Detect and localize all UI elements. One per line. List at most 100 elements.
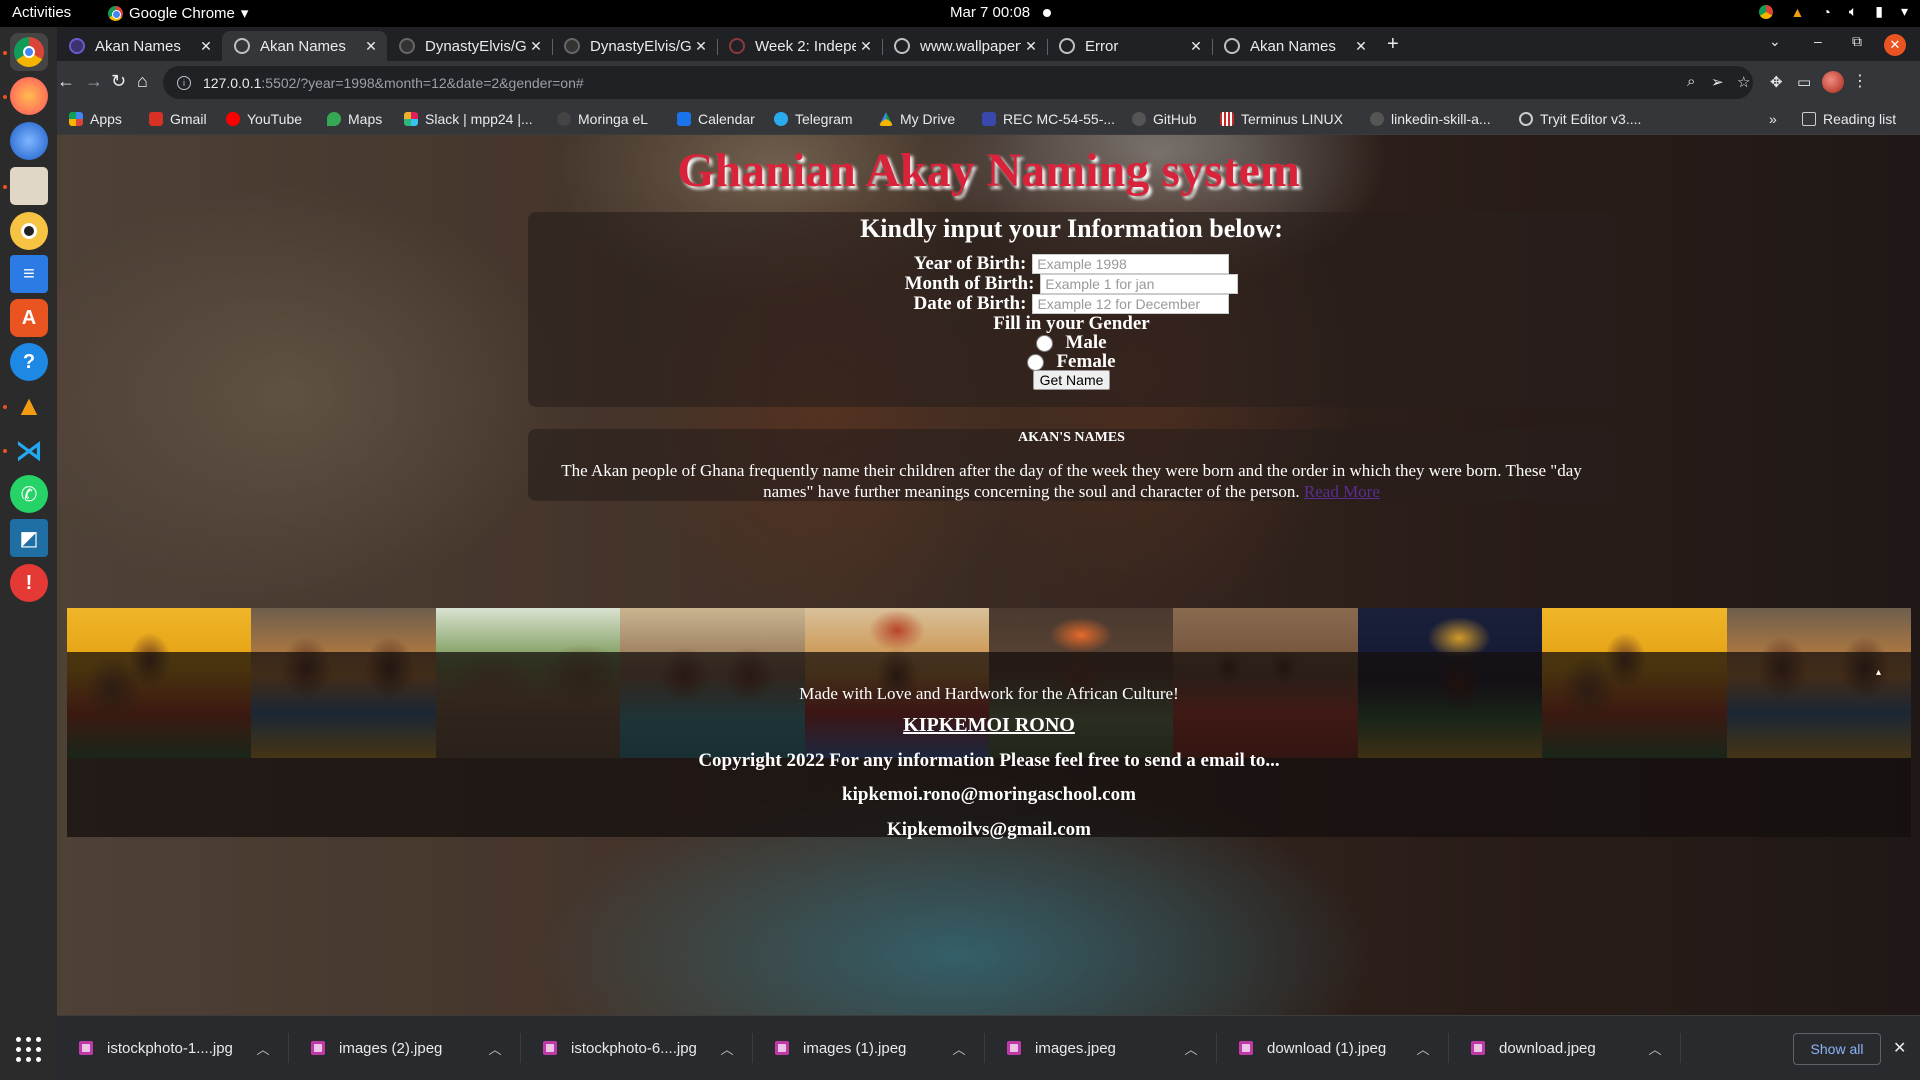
clock[interactable]: Mar 7 00:08 [950, 4, 1030, 21]
tab-close-icon[interactable]: ✕ [691, 38, 711, 55]
battery-icon[interactable]: ▮ [1875, 3, 1883, 20]
read-more-link[interactable]: Read More [1304, 482, 1380, 501]
vlc-icon[interactable]: ▲ [10, 387, 48, 425]
tab-close-icon[interactable]: ✕ [361, 38, 381, 55]
show-applications-icon[interactable] [16, 1037, 42, 1063]
volume-icon[interactable]: 🔈︎ [1849, 3, 1857, 20]
help-icon[interactable]: ? [10, 343, 48, 381]
writer-icon[interactable]: ≡ [10, 255, 48, 293]
reload-icon[interactable]: ↻ [111, 71, 126, 92]
male-radio[interactable] [1036, 334, 1054, 352]
extensions-icon[interactable]: ✥ [1770, 73, 1783, 91]
chrome-dock-icon[interactable] [10, 33, 48, 71]
more-menu-icon[interactable]: ⋮ [1852, 71, 1868, 91]
app-menu[interactable]: Google Chrome ▾ [108, 4, 248, 22]
tab-close-icon[interactable]: ✕ [526, 38, 546, 55]
site-info-icon[interactable]: i [177, 75, 191, 90]
get-name-button[interactable]: Get Name [1032, 370, 1111, 390]
files-icon[interactable] [10, 167, 48, 205]
tab-akan-names-2[interactable]: Akan Names ✕ [1212, 31, 1377, 61]
restore-icon[interactable]: ⧉ [1852, 33, 1862, 50]
year-input[interactable] [1032, 254, 1230, 274]
tab-akan-names-1[interactable]: Akan Names ✕ [57, 31, 222, 61]
screenshot-icon[interactable]: ◩ [10, 519, 48, 557]
chevron-up-icon[interactable]: ︿ [252, 1039, 274, 1058]
wifi-icon[interactable]: ◔ [1822, 4, 1830, 20]
address-bar[interactable]: i 127.0.0.1:5502/?year=1998&month=12&dat… [163, 66, 1753, 99]
chevron-up-icon[interactable]: ︿ [1180, 1039, 1202, 1058]
bookmark-calendar[interactable]: Calendar [677, 111, 755, 127]
month-input[interactable] [1040, 274, 1239, 294]
close-shelf-icon[interactable]: ✕ [1893, 1038, 1906, 1058]
bookmark-terminus[interactable]: Terminus LINUX [1220, 111, 1343, 127]
download-item[interactable]: download.jpeg ︿ [1449, 1033, 1681, 1063]
firefox-icon[interactable] [10, 77, 48, 115]
bookmark-slack[interactable]: Slack | mpp24 |... [404, 111, 533, 127]
tab-error[interactable]: Error ✕ [1047, 31, 1212, 61]
bookmark-moringa[interactable]: Moringa eL [557, 111, 648, 127]
update-alert-icon[interactable]: ! [10, 564, 48, 602]
bookmark-star-icon[interactable]: ☆ [1737, 73, 1750, 91]
forward-icon[interactable]: → [85, 71, 103, 92]
zoom-icon[interactable]: ⌕ [1687, 73, 1695, 90]
tab-close-icon[interactable]: ✕ [1351, 38, 1371, 55]
tab-close-icon[interactable]: ✕ [856, 38, 876, 55]
chevron-up-icon[interactable]: ︿ [1644, 1039, 1666, 1058]
send-to-device-icon[interactable]: ➢ [1711, 73, 1724, 91]
bookmark-gmail[interactable]: Gmail [149, 111, 207, 127]
download-item[interactable]: images (1).jpeg ︿ [753, 1033, 985, 1063]
new-tab-icon[interactable]: + [1387, 33, 1399, 56]
chevron-up-icon[interactable]: ︿ [716, 1039, 738, 1058]
cast-icon[interactable]: ▭ [1797, 73, 1811, 91]
tab-close-icon[interactable]: ✕ [1021, 38, 1041, 55]
activities-button[interactable]: Activities [12, 4, 71, 21]
maps-pin-icon [327, 112, 341, 126]
tab-wallpaperflare[interactable]: www.wallpaperflare ✕ [882, 31, 1047, 61]
download-item[interactable]: istockphoto-1....jpg ︿ [57, 1033, 289, 1063]
back-icon[interactable]: ← [57, 71, 75, 92]
bookmark-apps[interactable]: Apps [69, 111, 122, 127]
download-item[interactable]: images (2).jpeg ︿ [289, 1033, 521, 1063]
rhythmbox-icon[interactable] [10, 212, 48, 250]
tab-github-1[interactable]: DynastyElvis/Ghani ✕ [387, 31, 552, 61]
reading-list-button[interactable]: Reading list [1802, 111, 1896, 127]
power-menu-icon[interactable]: ▾ [1901, 3, 1908, 20]
chevron-up-icon[interactable]: ︿ [1412, 1039, 1434, 1058]
chevron-up-icon[interactable]: ︿ [948, 1039, 970, 1058]
chevron-up-icon[interactable]: ︿ [484, 1039, 506, 1058]
bookmark-github[interactable]: GitHub [1132, 111, 1197, 127]
bookmarks-overflow-icon[interactable]: » [1769, 111, 1777, 127]
bookmark-youtube[interactable]: YouTube [226, 111, 302, 127]
tab-close-icon[interactable]: ✕ [1186, 38, 1206, 55]
vscode-icon[interactable]: ⋊ [10, 431, 48, 469]
tab-github-2[interactable]: DynastyElvis/Ghani ✕ [552, 31, 717, 61]
footer-author-link[interactable]: KIPKEMOI RONO [67, 714, 1911, 737]
download-item[interactable]: download (1).jpeg ︿ [1217, 1033, 1449, 1063]
bookmark-linkedin-skill[interactable]: linkedin-skill-a... [1370, 111, 1491, 127]
download-item[interactable]: istockphoto-6....jpg ︿ [521, 1033, 753, 1063]
show-all-downloads-button[interactable]: Show all [1793, 1033, 1881, 1065]
bookmark-rec[interactable]: REC MC-54-55-... [982, 111, 1115, 127]
tab-close-icon[interactable]: ✕ [196, 38, 216, 55]
thunderbird-icon[interactable] [10, 122, 48, 160]
female-radio[interactable] [1027, 353, 1045, 371]
tab-week2[interactable]: Week 2: Independen ✕ [717, 31, 882, 61]
download-item[interactable]: images.jpeg ︿ [985, 1033, 1217, 1063]
profile-avatar[interactable] [1822, 71, 1844, 93]
system-tray[interactable]: ▲ ◔ 🔈︎ ▮ ▾ [1758, 3, 1908, 20]
window-close-icon[interactable]: ✕ [1884, 34, 1906, 56]
whatsapp-icon[interactable]: ✆ [10, 475, 48, 513]
home-icon[interactable]: ⌂ [137, 71, 148, 92]
chrome-tray-icon[interactable] [1758, 4, 1773, 19]
vlc-tray-icon[interactable]: ▲ [1791, 4, 1805, 20]
bookmark-telegram[interactable]: Telegram [774, 111, 853, 127]
software-center-icon[interactable]: A [10, 299, 48, 337]
bookmark-drive[interactable]: My Drive [879, 111, 955, 127]
minimize-icon[interactable]: – [1814, 33, 1822, 49]
bookmark-maps[interactable]: Maps [327, 111, 382, 127]
tab-akan-names-active[interactable]: Akan Names ✕ [222, 31, 387, 61]
page-viewport[interactable]: Ghanian Akay Naming system Kindly input … [57, 135, 1920, 1015]
tab-search-icon[interactable]: ⌄ [1769, 33, 1781, 50]
date-input[interactable] [1032, 294, 1230, 314]
bookmark-tryit[interactable]: Tryit Editor v3.... [1519, 111, 1641, 127]
